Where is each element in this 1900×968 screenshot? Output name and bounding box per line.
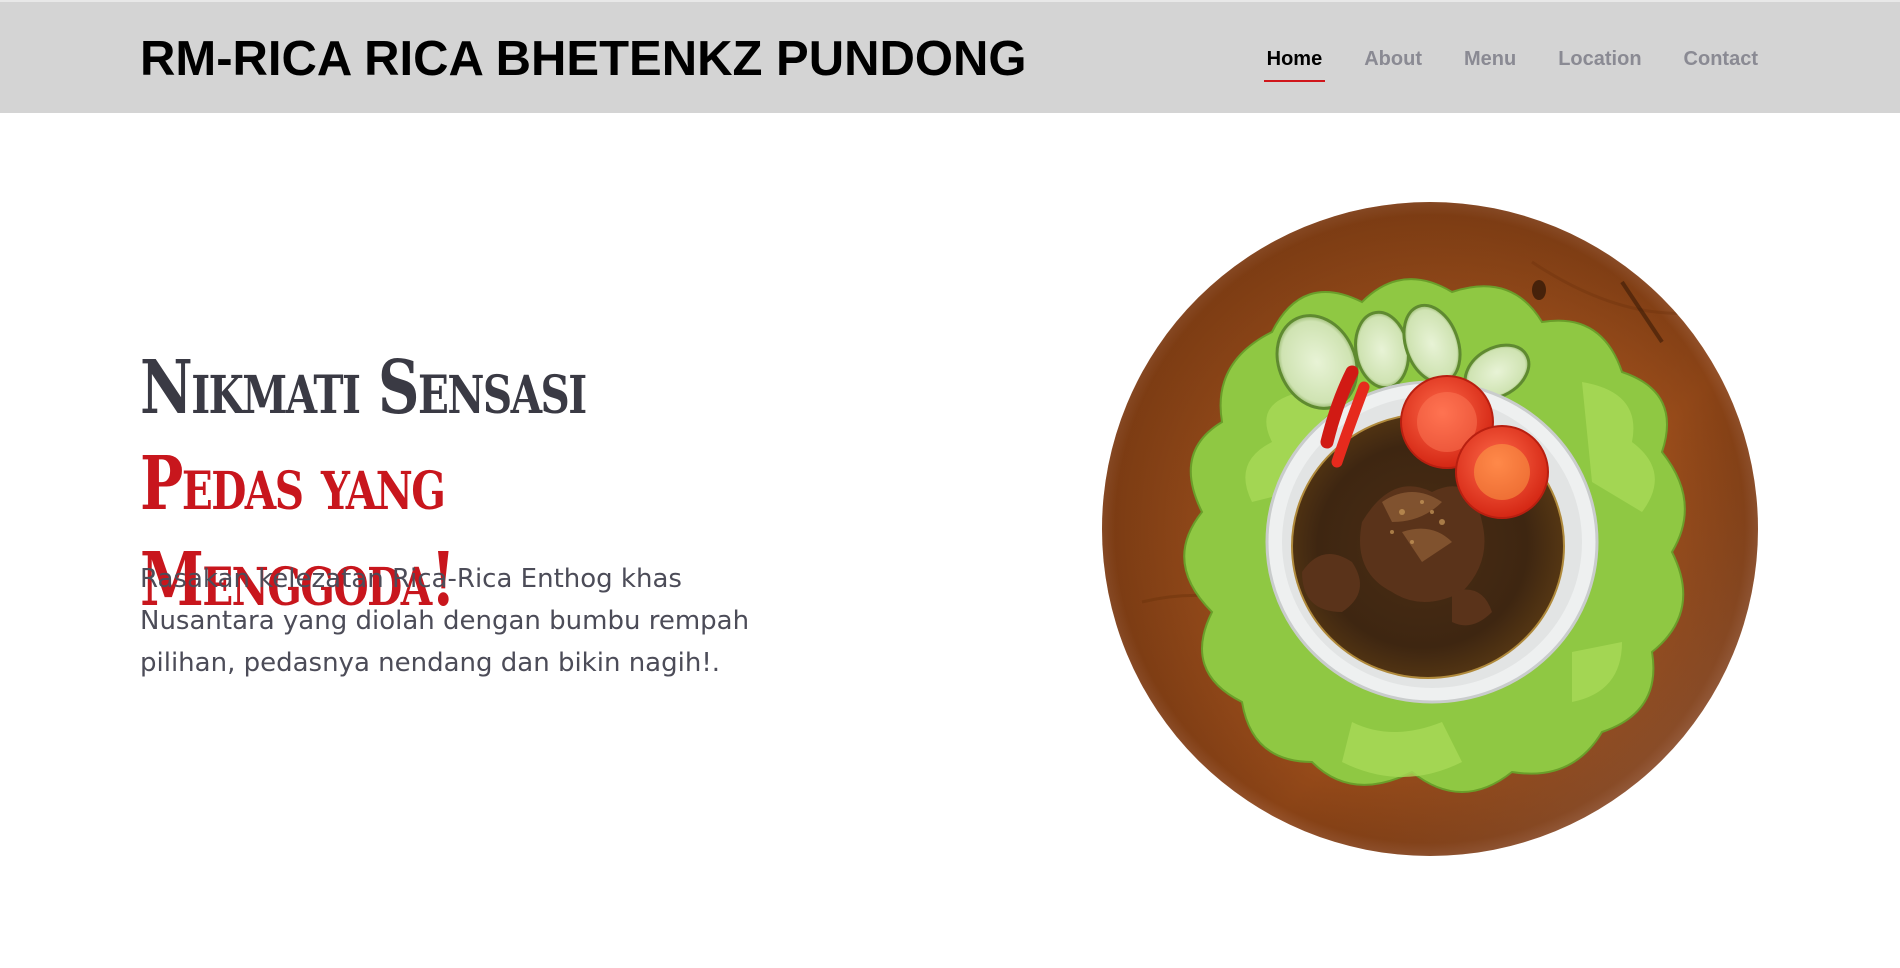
main-nav: Home About Menu Location Contact: [1263, 44, 1758, 82]
nav-location[interactable]: Location: [1558, 44, 1641, 74]
nav-home[interactable]: Home: [1263, 44, 1325, 82]
dish-image: [1102, 202, 1758, 856]
site-header: RM-RICA RICA BHETENKZ PUNDONG Home About…: [0, 0, 1900, 113]
site-brand[interactable]: RM-RICA RICA BHETENKZ PUNDONG: [140, 29, 1027, 89]
nav-menu[interactable]: Menu: [1464, 44, 1516, 74]
nav-about[interactable]: About: [1364, 44, 1422, 74]
hero-title-plain: Nikmati Sensasi: [140, 345, 587, 431]
hero-description: Rasakan kelezatan Rica-Rica Enthog khas …: [140, 564, 750, 678]
rica-rica-dish-photo-icon: [1102, 202, 1758, 856]
nav-contact[interactable]: Contact: [1684, 44, 1758, 74]
